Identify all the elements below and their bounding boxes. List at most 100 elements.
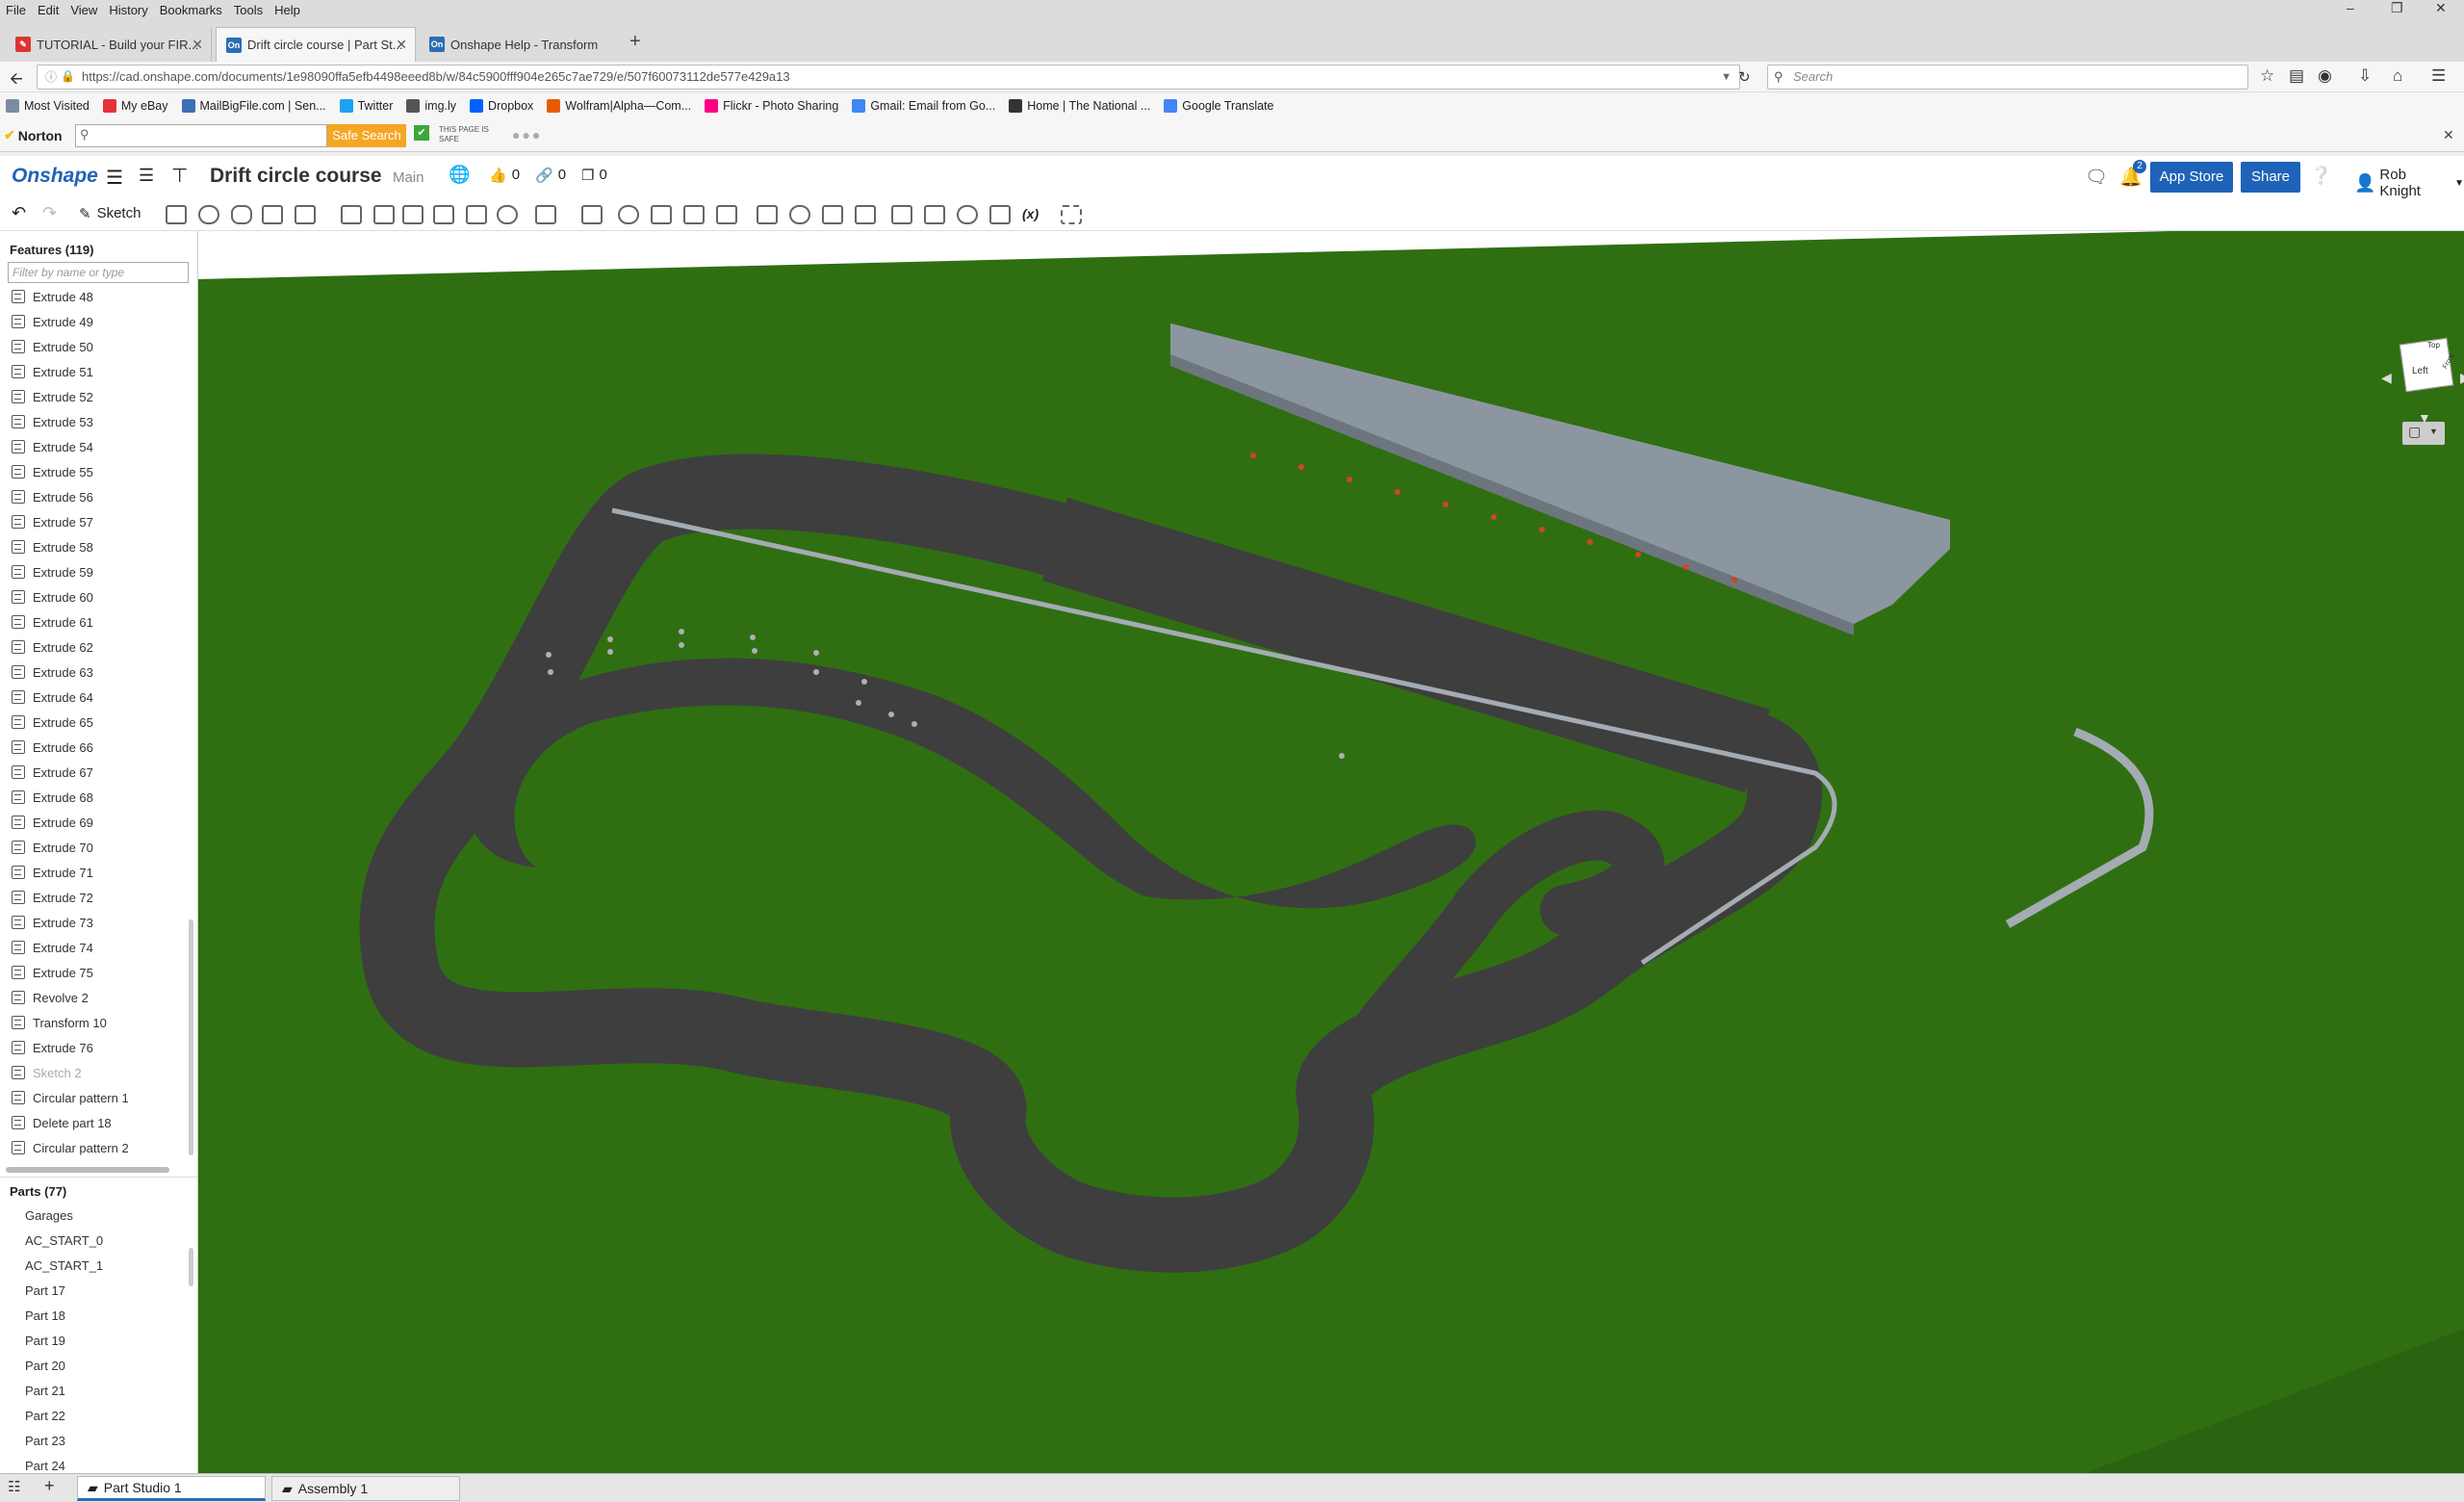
part-item[interactable]: Part 23 (25, 1434, 65, 1448)
menu-help[interactable]: Help (274, 3, 300, 17)
bookmark-google-translate[interactable]: Google Translate (1164, 99, 1274, 113)
part-item[interactable]: Part 24 (25, 1459, 65, 1473)
feature-item[interactable]: Circular pattern 1 (12, 1088, 129, 1107)
bookmark-star-icon[interactable]: ☆ (2260, 66, 2274, 86)
boolean-icon[interactable] (618, 205, 639, 224)
menu-history[interactable]: History (109, 3, 147, 17)
feature-item[interactable]: Extrude 73 (12, 913, 93, 932)
onshape-logo[interactable]: Onshape (12, 165, 98, 188)
pattern-icon[interactable] (535, 205, 556, 224)
bookmark-ebay[interactable]: My eBay (102, 99, 168, 113)
mate-connector-icon[interactable] (924, 205, 945, 224)
variable-button[interactable]: (x) (1022, 206, 1039, 221)
feature-item[interactable]: Revolve 2 (12, 988, 89, 1007)
add-custom-feature-icon[interactable] (1061, 205, 1082, 224)
feature-item[interactable]: Extrude 74 (12, 938, 93, 957)
bookmark-imgly[interactable]: img.ly (406, 99, 456, 113)
tab-tutorial[interactable]: ✎ TUTORIAL - Build your FIR... ✕ (6, 27, 212, 62)
tab-assembly[interactable]: ▰ Assembly 1 (271, 1476, 460, 1501)
tab-manager-icon[interactable]: ☷ (8, 1478, 20, 1495)
feature-item[interactable]: Extrude 61 (12, 612, 93, 632)
share-button[interactable]: Share (2241, 162, 2300, 193)
revolve-icon[interactable] (198, 205, 219, 224)
loft-icon[interactable] (262, 205, 283, 224)
feature-item[interactable]: Extrude 76 (12, 1038, 93, 1057)
pocket-icon[interactable]: ◉ (2318, 66, 2332, 86)
menu-edit[interactable]: Edit (38, 3, 59, 17)
document-title[interactable]: Drift circle course (210, 165, 382, 188)
feature-item[interactable]: Extrude 57 (12, 512, 93, 531)
rotate-left-icon[interactable]: ◀ (2381, 370, 2392, 386)
comments-icon[interactable]: 🗨 (2085, 166, 2108, 189)
vertical-scrollbar[interactable] (189, 919, 193, 1155)
tab-part-studio[interactable]: ▰ Part Studio 1 (77, 1476, 266, 1501)
shell-icon[interactable] (466, 205, 487, 224)
part-item[interactable]: AC_START_0 (25, 1233, 103, 1248)
mirror-icon[interactable] (581, 205, 603, 224)
feature-item[interactable]: Circular pattern 2 (12, 1138, 129, 1157)
fillet-icon[interactable] (341, 205, 362, 224)
split-icon[interactable] (651, 205, 672, 224)
home-icon[interactable]: ⌂ (2393, 66, 2402, 86)
hole-icon[interactable] (497, 205, 518, 224)
feature-item[interactable]: Extrude 58 (12, 537, 93, 557)
feature-list-icon[interactable]: ☰ (139, 166, 154, 186)
copies-button[interactable]: ❐ 0 (581, 167, 607, 184)
feature-item[interactable]: Extrude 69 (12, 813, 93, 832)
reader-icon[interactable]: ▤ (2289, 66, 2304, 86)
view-cube-top-label[interactable]: Top (2427, 341, 2440, 350)
feature-item[interactable]: Extrude 54 (12, 437, 93, 456)
user-menu[interactable]: 👤 Rob Knight ▼ (2354, 167, 2464, 199)
feature-item[interactable]: Extrude 52 (12, 387, 93, 406)
tab-drift-circle[interactable]: On Drift circle course | Part St... ✕ (216, 27, 416, 62)
close-toolbar-icon[interactable]: ✕ (2443, 127, 2454, 143)
feature-item[interactable]: Extrude 60 (12, 587, 93, 607)
restore-icon[interactable]: ❐ (2391, 0, 2403, 16)
feature-item[interactable]: Extrude 48 (12, 287, 93, 306)
info-icon[interactable]: ⓘ (45, 65, 57, 89)
redo-icon[interactable]: ↷ (42, 203, 57, 223)
hamburger-menu-icon[interactable]: ☰ (2431, 66, 2446, 86)
menu-tools[interactable]: Tools (234, 3, 263, 17)
feature-item[interactable]: Extrude 66 (12, 738, 93, 757)
back-icon[interactable]: 🡨 (10, 66, 23, 94)
new-tab-icon[interactable]: + (629, 31, 641, 53)
extrude-icon[interactable] (166, 205, 187, 224)
globe-icon[interactable]: 🌐 (449, 165, 470, 185)
delete-part-icon[interactable] (716, 205, 737, 224)
graphics-viewport[interactable]: Left Top Front ◀ ▶ ▼ ▢ ▼ (198, 231, 2464, 1473)
download-icon[interactable]: ⇩ (2358, 66, 2372, 86)
feature-item[interactable]: Extrude 64 (12, 687, 93, 707)
minimize-icon[interactable]: – (2347, 0, 2354, 15)
feature-item[interactable]: Extrude 65 (12, 712, 93, 732)
close-tab-icon[interactable]: ✕ (396, 37, 407, 53)
bookmark-most-visited[interactable]: Most Visited (6, 99, 90, 113)
sketch-button[interactable]: ✎ Sketch (79, 205, 141, 222)
measure-icon[interactable] (957, 205, 978, 224)
feature-item[interactable]: Delete part 18 (12, 1113, 112, 1132)
feature-item[interactable]: Extrude 68 (12, 788, 93, 807)
feature-item[interactable]: Extrude 70 (12, 838, 93, 857)
part-item[interactable]: AC_START_1 (25, 1258, 103, 1273)
norton-search-input[interactable]: ⚲ (75, 124, 327, 147)
undo-icon[interactable]: ↶ (12, 203, 26, 223)
search-input[interactable]: ⚲ Search (1767, 65, 2248, 90)
flange-icon[interactable] (822, 205, 843, 224)
display-mode-button[interactable]: ▢ ▼ (2402, 422, 2445, 445)
like-button[interactable]: 👍 0 (489, 167, 520, 184)
track-3d-model[interactable] (198, 231, 2464, 1473)
thicken-icon[interactable] (295, 205, 316, 224)
chamfer-icon[interactable] (373, 205, 395, 224)
part-item[interactable]: Part 19 (25, 1334, 65, 1348)
part-item[interactable]: Part 17 (25, 1283, 65, 1298)
feature-item[interactable]: Extrude 53 (12, 412, 93, 431)
safe-search-button[interactable]: Safe Search (327, 124, 406, 147)
sheet-metal-icon[interactable] (789, 205, 810, 224)
bookmark-twitter[interactable]: Twitter (339, 99, 393, 113)
feature-item[interactable]: Extrude 63 (12, 662, 93, 682)
bookmark-flickr[interactable]: Flickr - Photo Sharing (705, 99, 838, 113)
feature-item[interactable]: Extrude 72 (12, 888, 93, 907)
horizontal-scrollbar[interactable] (6, 1167, 169, 1173)
part-item[interactable]: Part 20 (25, 1359, 65, 1373)
bookmark-wolfram[interactable]: Wolfram|Alpha—Com... (547, 99, 691, 113)
